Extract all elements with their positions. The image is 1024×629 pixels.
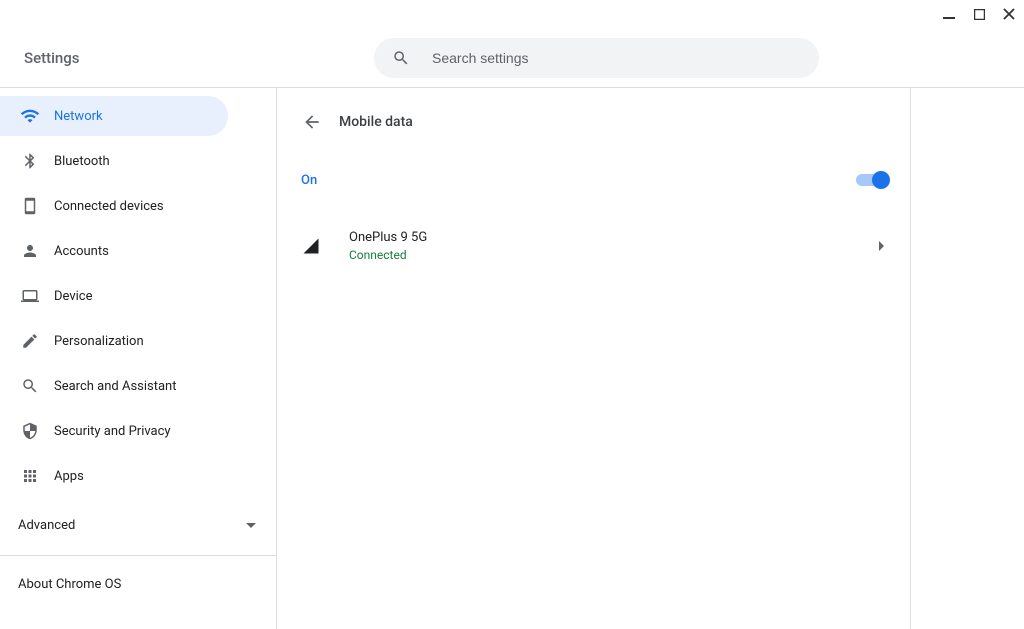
person-icon <box>20 241 40 261</box>
sidebar-item-label: Network <box>54 109 103 124</box>
app-header: Settings <box>0 28 1024 88</box>
apps-icon <box>20 466 40 486</box>
device-name: OnePlus 9 5G <box>349 230 878 245</box>
close-icon[interactable] <box>1000 5 1018 23</box>
sidebar-item-label: Security and Privacy <box>54 424 171 439</box>
device-status: Connected <box>349 248 878 262</box>
sidebar-item-security[interactable]: Security and Privacy <box>0 411 228 451</box>
sidebar-item-accounts[interactable]: Accounts <box>0 231 228 271</box>
minimize-icon[interactable] <box>940 5 958 23</box>
sidebar-item-label: Device <box>54 289 93 304</box>
sidebar-item-label: Apps <box>54 469 84 484</box>
phone-icon <box>20 196 40 216</box>
mobile-data-toggle[interactable] <box>856 174 886 186</box>
search-nav-icon <box>20 376 40 396</box>
shield-icon <box>20 421 40 441</box>
pencil-icon <box>20 331 40 351</box>
laptop-icon <box>20 286 40 306</box>
chevron-right-icon <box>878 241 886 251</box>
search-icon <box>392 49 410 67</box>
network-device-row[interactable]: OnePlus 9 5G Connected <box>277 218 910 274</box>
sidebar-item-device[interactable]: Device <box>0 276 228 316</box>
bluetooth-icon <box>20 151 40 171</box>
mobile-data-toggle-row: On <box>277 162 910 198</box>
toggle-state-label: On <box>301 173 317 188</box>
sidebar-item-connected-devices[interactable]: Connected devices <box>0 186 228 226</box>
content-area: Mobile data On OnePlus 9 5G Connected <box>277 88 1024 629</box>
content-card: Mobile data On OnePlus 9 5G Connected <box>277 88 911 629</box>
subpage-header: Mobile data <box>277 106 910 138</box>
chevron-down-icon <box>246 518 256 533</box>
sidebar: Network Bluetooth Connected devices Acco… <box>0 88 277 629</box>
page-title: Mobile data <box>339 114 413 130</box>
cellular-signal-icon <box>301 236 321 256</box>
sidebar-item-label: Personalization <box>54 334 144 349</box>
sidebar-item-personalization[interactable]: Personalization <box>0 321 228 361</box>
sidebar-item-search-assistant[interactable]: Search and Assistant <box>0 366 228 406</box>
wifi-icon <box>20 106 40 126</box>
sidebar-item-network[interactable]: Network <box>0 96 228 136</box>
sidebar-about[interactable]: About Chrome OS <box>0 562 276 606</box>
sidebar-item-bluetooth[interactable]: Bluetooth <box>0 141 228 181</box>
sidebar-item-label: Bluetooth <box>54 154 110 169</box>
search-field[interactable] <box>374 38 819 78</box>
window-controls <box>0 0 1024 28</box>
back-arrow-icon[interactable] <box>301 111 323 133</box>
search-input[interactable] <box>432 50 801 66</box>
sidebar-item-label: Connected devices <box>54 199 164 214</box>
sidebar-advanced[interactable]: Advanced <box>0 501 276 549</box>
sidebar-item-apps[interactable]: Apps <box>0 456 228 496</box>
sidebar-item-label: Search and Assistant <box>54 379 177 394</box>
advanced-label: Advanced <box>18 518 75 533</box>
about-label: About Chrome OS <box>18 577 121 592</box>
app-title: Settings <box>24 49 374 67</box>
sidebar-item-label: Accounts <box>54 244 109 259</box>
device-text-block: OnePlus 9 5G Connected <box>349 230 878 262</box>
sidebar-divider <box>0 555 276 556</box>
maximize-icon[interactable] <box>970 5 988 23</box>
main-layout: Network Bluetooth Connected devices Acco… <box>0 88 1024 629</box>
